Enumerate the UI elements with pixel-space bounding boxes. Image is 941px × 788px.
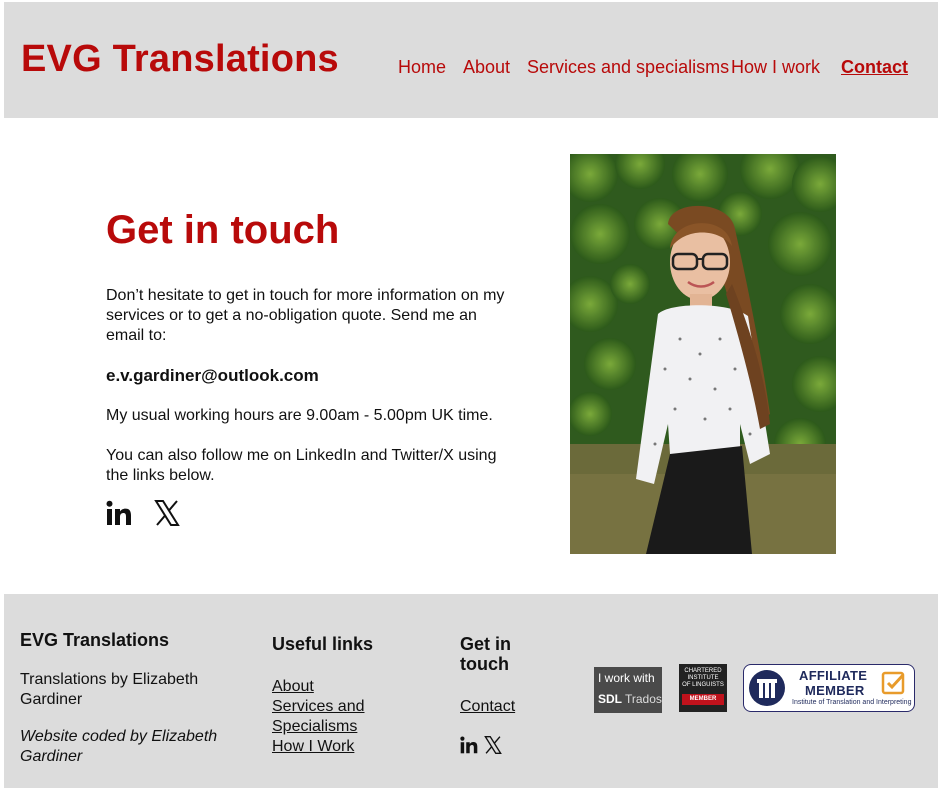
portrait-photo <box>570 154 836 554</box>
main-nav: Home About Services and specialisms How … <box>4 57 938 87</box>
follow-text: You can also follow me on LinkedIn and T… <box>106 447 497 484</box>
footer-x-icon[interactable] <box>484 736 502 754</box>
intro-text: Don’t hesitate to get in touch for more … <box>106 287 505 344</box>
trados-badge-sdl: SDL <box>598 692 622 706</box>
ciol-badge-member: MEMBER <box>682 694 724 705</box>
useful-links-heading: Useful links <box>272 634 374 654</box>
contact-email[interactable]: e.v.gardiner@outlook.com <box>106 366 516 386</box>
trados-badge-trados: Trados <box>625 692 662 706</box>
x-icon[interactable] <box>154 500 180 526</box>
linkedin-icon[interactable] <box>106 500 132 526</box>
iti-affiliate-badge[interactable]: AFFILIATE MEMBER Institute of Translatio… <box>743 664 915 712</box>
ciol-badge-line3: OF LINGUISTS <box>682 682 724 688</box>
ciol-badge-line1: CHARTERED <box>684 668 722 674</box>
iti-badge-affiliate: AFFILIATE <box>799 668 868 683</box>
nav-contact[interactable]: Contact <box>841 57 908 78</box>
footer-brand: EVG Translations <box>20 630 170 650</box>
page-title: Get in touch <box>106 208 340 252</box>
site-footer: EVG Translations Translations by Elizabe… <box>4 594 938 788</box>
site-header: EVG Translations Home About Services and… <box>4 2 938 118</box>
footer-link-about[interactable]: About <box>272 677 314 697</box>
ciol-badge[interactable]: CHARTERED INSTITUTE OF LINGUISTS MEMBER <box>679 664 727 712</box>
footer-link-contact[interactable]: Contact <box>460 697 515 717</box>
iti-badge-institute: Institute of Translation and Interpretin… <box>792 699 912 706</box>
iti-badge-member: MEMBER <box>805 683 865 698</box>
ciol-badge-line2: INSTITUTE <box>687 675 719 681</box>
nav-services[interactable]: Services and specialisms <box>527 57 729 78</box>
footer-link-how-i-work[interactable]: How I Work <box>272 737 354 757</box>
footer-tagline: Translations by Elizabeth Gardiner <box>20 671 199 708</box>
iti-logo-icon <box>749 670 785 706</box>
nav-about[interactable]: About <box>463 57 510 78</box>
nav-how-i-work[interactable]: How I work <box>731 57 820 78</box>
get-in-touch-heading: Get in touch <box>460 634 512 674</box>
footer-linkedin-icon[interactable] <box>460 736 478 754</box>
nav-home[interactable]: Home <box>398 57 446 78</box>
checkmark-icon <box>881 671 905 695</box>
footer-link-services[interactable]: Services and Specialisms <box>272 697 382 737</box>
trados-badge-line1: I work with <box>598 671 655 685</box>
footer-credit: Website coded by Elizabeth Gardiner <box>20 728 218 765</box>
working-hours-text: My usual working hours are 9.00am - 5.00… <box>106 407 493 424</box>
trados-badge[interactable]: I work with SDL Trados <box>594 667 662 713</box>
